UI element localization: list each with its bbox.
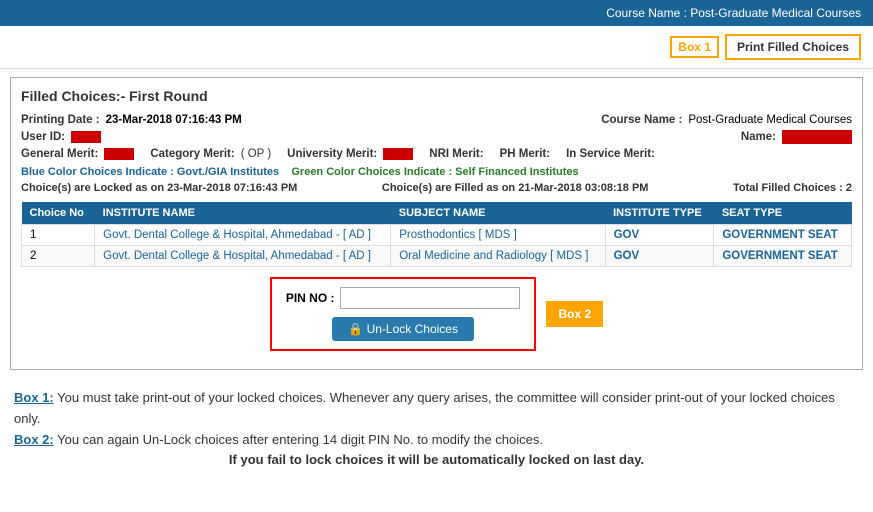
box2-note: Box 2: You can again Un-Lock choices aft… xyxy=(14,430,859,451)
box2-text: You can again Un-Lock choices after ente… xyxy=(57,432,543,447)
university-merit-redacted xyxy=(383,148,413,160)
category-merit-row: Category Merit: ( OP ) xyxy=(150,148,271,160)
pin-row: PIN NO : xyxy=(286,287,521,309)
university-merit-row: University Merit: xyxy=(287,148,413,160)
box1-ref: Box 1: xyxy=(14,390,54,405)
ph-merit-row: PH Merit: xyxy=(500,148,550,160)
print-btn-wrapper: Box 1 Print Filled Choices xyxy=(670,34,861,60)
user-id-label: User ID: xyxy=(21,131,65,143)
name-row: Name: xyxy=(741,130,852,144)
cell-institute-name: Govt. Dental College & Hospital, Ahmedab… xyxy=(95,246,391,267)
cell-institute-type: GOV xyxy=(605,225,714,246)
col-institute-name: INSTITUTE NAME xyxy=(95,202,391,225)
total-filled: Total Filled Choices : 2 xyxy=(733,182,852,194)
category-merit-label: Category Merit: xyxy=(150,148,234,160)
general-merit-redacted xyxy=(104,148,134,160)
printing-date-label: Printing Date : xyxy=(21,114,100,126)
general-merit-row: General Merit: xyxy=(21,148,134,160)
course-name-top: Course Name : Post-Graduate Medical Cour… xyxy=(606,6,861,20)
header-row: Box 1 Print Filled Choices xyxy=(0,26,873,69)
legend-green: Green Color Choices Indicate : Self Fina… xyxy=(291,166,578,178)
pin-input[interactable] xyxy=(340,287,520,309)
name-label: Name: xyxy=(741,131,776,143)
printing-date-value: 23-Mar-2018 07:16:43 PM xyxy=(106,114,242,126)
col-seat-type: SEAT TYPE xyxy=(714,202,852,225)
pin-section: PIN NO : 🔒 Un-Lock Choices Box 2 xyxy=(21,277,852,351)
name-redacted xyxy=(782,130,852,144)
nri-merit-label: NRI Merit: xyxy=(429,148,483,160)
pin-label: PIN NO : xyxy=(286,291,335,305)
cell-subject-name: Oral Medicine and Radiology [ MDS ] xyxy=(391,246,605,267)
main-panel: Filled Choices:- First Round Printing Da… xyxy=(10,77,863,370)
box2-label: Box 2 xyxy=(546,301,603,327)
user-id-row: User ID: xyxy=(21,130,101,144)
filled-as-of: Choice(s) are Filled as on 21-Mar-2018 0… xyxy=(382,182,649,194)
locked-info-row: Choice(s) are Locked as on 23-Mar-2018 0… xyxy=(21,182,852,194)
category-merit-val: ( OP ) xyxy=(241,148,271,160)
course-name-label2: Course Name : xyxy=(601,114,682,126)
cell-seat-type: GOVERNMENT SEAT xyxy=(714,246,852,267)
notes-section: Box 1: You must take print-out of your l… xyxy=(0,378,873,481)
nri-merit-row: NRI Merit: xyxy=(429,148,483,160)
cell-seat-type: GOVERNMENT SEAT xyxy=(714,225,852,246)
cell-institute-name: Govt. Dental College & Hospital, Ahmedab… xyxy=(95,225,391,246)
course-name-val: Post-Graduate Medical Courses xyxy=(688,114,852,126)
choices-table: Choice No INSTITUTE NAME SUBJECT NAME IN… xyxy=(21,202,852,267)
col-choice-no: Choice No xyxy=(22,202,95,225)
cell-choice-no: 1 xyxy=(22,225,95,246)
col-subject-name: SUBJECT NAME xyxy=(391,202,605,225)
print-filled-choices-button[interactable]: Print Filled Choices xyxy=(725,34,861,60)
box1-text: You must take print-out of your locked c… xyxy=(14,390,835,426)
user-id-redacted xyxy=(71,131,101,143)
table-row: 1 Govt. Dental College & Hospital, Ahmed… xyxy=(22,225,852,246)
merit-row: General Merit: Category Merit: ( OP ) Un… xyxy=(21,148,852,160)
box1-label: Box 1 xyxy=(670,36,719,58)
pin-wrapper: PIN NO : 🔒 Un-Lock Choices xyxy=(270,277,537,351)
box1-note: Box 1: You must take print-out of your l… xyxy=(14,388,859,430)
top-bar: Course Name : Post-Graduate Medical Cour… xyxy=(0,0,873,26)
university-merit-label: University Merit: xyxy=(287,148,377,160)
general-merit-label: General Merit: xyxy=(21,148,98,160)
table-row: 2 Govt. Dental College & Hospital, Ahmed… xyxy=(22,246,852,267)
cell-subject-name: Prosthodontics [ MDS ] xyxy=(391,225,605,246)
col-institute-type: INSTITUTE TYPE xyxy=(605,202,714,225)
cell-choice-no: 2 xyxy=(22,246,95,267)
course-name-row: Course Name : Post-Graduate Medical Cour… xyxy=(601,114,852,126)
cell-institute-type: GOV xyxy=(605,246,714,267)
unlock-choices-button[interactable]: 🔒 Un-Lock Choices xyxy=(332,317,474,341)
legend-row: Blue Color Choices Indicate : Govt./GIA … xyxy=(21,166,852,178)
box2-ref: Box 2: xyxy=(14,432,54,447)
printing-date-row: Printing Date : 23-Mar-2018 07:16:43 PM xyxy=(21,114,242,126)
ph-merit-label: PH Merit: xyxy=(500,148,550,160)
filled-choices-title: Filled Choices:- First Round xyxy=(21,88,852,104)
warning-text: If you fail to lock choices it will be a… xyxy=(14,450,859,471)
legend-blue: Blue Color Choices Indicate : Govt./GIA … xyxy=(21,166,282,178)
locked-as-of: Choice(s) are Locked as on 23-Mar-2018 0… xyxy=(21,182,297,194)
in-service-merit-row: In Service Merit: xyxy=(566,148,655,160)
in-service-merit-label: In Service Merit: xyxy=(566,148,655,160)
